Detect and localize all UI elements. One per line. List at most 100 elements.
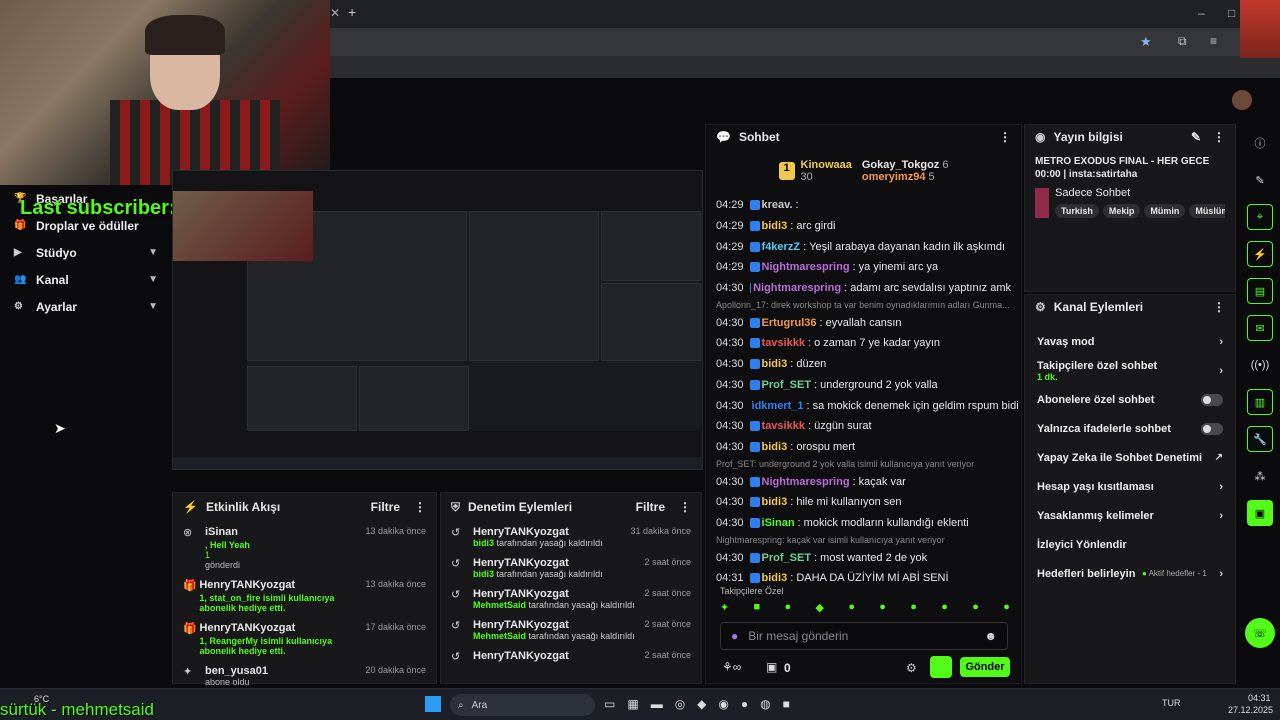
info-icon[interactable]: ⓘ bbox=[1247, 130, 1273, 156]
media-icon[interactable]: ≡ bbox=[1210, 34, 1217, 48]
layout-icon[interactable]: ▥ bbox=[1247, 389, 1273, 415]
list-item: ↺ HenryTANKyozgat MehmetSaid tarafından ya… bbox=[441, 583, 701, 614]
more-icon[interactable]: ⋮ bbox=[1213, 300, 1225, 314]
emoji-icon[interactable]: ☻ bbox=[984, 629, 997, 643]
more-icon[interactable]: ⋮ bbox=[679, 500, 691, 514]
channel-action-item[interactable]: İzleyici Yönlendir bbox=[1025, 530, 1235, 559]
address-bar[interactable]: ★ ⧉ ≡ bbox=[330, 28, 1280, 56]
message-user[interactable]: idkmert_1 bbox=[752, 400, 804, 412]
new-tab-button[interactable]: + bbox=[348, 4, 356, 20]
clock-date[interactable]: 27.12.2025 bbox=[1228, 705, 1273, 715]
channel-action-item[interactable]: Yalnızca ifadelerle sohbet bbox=[1025, 414, 1235, 443]
broadcast-icon[interactable]: ((•)) bbox=[1247, 352, 1273, 378]
badge-icon bbox=[749, 476, 760, 487]
chat-message: 04:31 bidi3: DAHA DA ÜZİYİM Mİ ABİ SENİ bbox=[716, 572, 949, 585]
chat-icon[interactable]: ✉ bbox=[1247, 315, 1273, 341]
moderator-tools-icon[interactable]: ⚘∞ bbox=[722, 660, 741, 674]
action-label: Yalnızca ifadelerle sohbet bbox=[1037, 422, 1171, 435]
message-user[interactable]: bidi3 bbox=[762, 572, 788, 584]
panel-title: Sohbet bbox=[738, 130, 780, 144]
clipboard-icon[interactable]: ▤ bbox=[1247, 278, 1273, 304]
channel-action-item[interactable]: Takipçilere özel sohbet 1 dk. › bbox=[1025, 356, 1235, 385]
message-user[interactable]: Ertugrul36 bbox=[762, 317, 817, 329]
windows-start-icon[interactable] bbox=[425, 696, 441, 712]
mod-time: 2 saat önce bbox=[644, 650, 691, 660]
gift-icon[interactable]: ▣ bbox=[766, 660, 777, 674]
avatar[interactable] bbox=[1232, 90, 1252, 110]
clock-time[interactable]: 04:31 bbox=[1248, 693, 1271, 703]
channel-action-item[interactable]: Yavaş mod › bbox=[1025, 327, 1235, 356]
bookmark-star-icon[interactable]: ★ bbox=[1140, 34, 1152, 50]
badge-icon bbox=[749, 359, 760, 370]
message-user[interactable]: kreav. bbox=[762, 199, 793, 211]
message-user[interactable]: Prof_SET bbox=[762, 379, 812, 391]
emote-row[interactable]: ✦ ■ ● ◆ ● ● ● ● ● ● bbox=[720, 601, 1010, 619]
filter-button[interactable]: Filtre bbox=[636, 500, 665, 514]
kick-bot-icon[interactable]: ▣ bbox=[1247, 500, 1273, 526]
message-user[interactable]: bidi3 bbox=[762, 358, 788, 370]
kick-bot-icon[interactable] bbox=[930, 656, 952, 678]
maximize-icon[interactable]: □ bbox=[1228, 6, 1235, 20]
stream-preview[interactable] bbox=[172, 170, 703, 470]
more-icon[interactable]: ⋮ bbox=[999, 130, 1011, 144]
gear-icon[interactable]: ⚙ bbox=[906, 661, 917, 675]
message-user[interactable]: tavsikkk bbox=[762, 420, 805, 432]
minimize-icon[interactable]: – bbox=[1198, 6, 1205, 20]
mod-action: tarafından yasağı kaldırıldı bbox=[528, 600, 635, 610]
sidebar-item-settings[interactable]: ⚙ Ayarlar ▼ bbox=[0, 293, 170, 320]
action-label: Takipçilere özel sohbet bbox=[1037, 359, 1158, 372]
sidebar-item-studio[interactable]: ▶ Stüdyo ▼ bbox=[0, 239, 170, 266]
more-icon[interactable]: ⋮ bbox=[1213, 130, 1225, 144]
edit-icon[interactable]: ✎ bbox=[1191, 130, 1201, 144]
badge-icon bbox=[749, 241, 760, 252]
message-text: üzgün surat bbox=[814, 420, 872, 433]
message-user[interactable]: bidi3 bbox=[762, 220, 788, 232]
more-icon[interactable]: ⋮ bbox=[414, 500, 426, 514]
channel-action-item[interactable]: Abonelere özel sohbet bbox=[1025, 385, 1235, 414]
badge-icon bbox=[749, 262, 760, 273]
feed-user: HenryTANKyozgat bbox=[199, 579, 296, 591]
external-link-icon: ↗ bbox=[1214, 452, 1223, 463]
channel-action-item[interactable]: Yapay Zeka ile Sohbet Denetimi ↗ bbox=[1025, 443, 1235, 472]
filter-button[interactable]: Filtre bbox=[371, 500, 400, 514]
message-user[interactable]: tavsikkk bbox=[762, 337, 805, 349]
channel-action-item[interactable]: Yasaklanmış kelimeler › bbox=[1025, 501, 1235, 530]
channel-action-item[interactable]: Hedefleri belirleyin ● Aktif hedefler - 1… bbox=[1025, 559, 1235, 588]
send-button[interactable]: Gönder bbox=[960, 657, 1010, 677]
taskbar-search[interactable]: ⌕ Ara bbox=[450, 694, 595, 716]
message-user[interactable]: f4kerzZ bbox=[762, 241, 801, 253]
tag: Mekip bbox=[1102, 204, 1141, 218]
message-user[interactable]: Nightmarespring bbox=[762, 261, 850, 273]
message-time: 04:30 bbox=[716, 420, 744, 433]
toggle-switch[interactable] bbox=[1201, 422, 1223, 435]
support-icon[interactable]: ☏ bbox=[1245, 618, 1275, 648]
badge-icon bbox=[749, 497, 760, 508]
profile-thumbnail bbox=[1240, 0, 1280, 58]
message-user[interactable]: Prof_SET bbox=[762, 552, 812, 564]
language-indicator[interactable]: TUR bbox=[1162, 698, 1181, 708]
mod-target: HenryTANKyozgat bbox=[473, 619, 569, 631]
sidebar-item-channel[interactable]: 👥 Kanal ▼ bbox=[0, 266, 170, 293]
message-user[interactable]: Nightmarespring bbox=[753, 282, 841, 294]
chat-message: 04:30 idkmert_1: sa mokick denemek için g… bbox=[716, 399, 1019, 412]
channel-action-item[interactable]: Hesap yaşı kısıtlaması › bbox=[1025, 472, 1235, 501]
list-item: ↺ HenryTANKyozgat 2 saat önce bbox=[441, 645, 701, 667]
tab-close-icon[interactable]: ✕ bbox=[330, 6, 340, 20]
message-time: 04:29 bbox=[716, 199, 744, 212]
tag: Müslüm bbox=[1189, 204, 1225, 218]
message-user[interactable]: iSinan bbox=[762, 517, 795, 529]
leader-name: omeryimz94 bbox=[861, 171, 926, 183]
message-time: 04:30 bbox=[716, 378, 744, 391]
target-icon[interactable]: ⌖ bbox=[1247, 204, 1273, 230]
message-user[interactable]: bidi3 bbox=[762, 441, 788, 453]
taskbar-apps[interactable]: ▭ ▦ ▬ ◎ ◆ ◉ ● ◍ ■ bbox=[604, 697, 790, 711]
lightning-icon[interactable]: ⚡ bbox=[1247, 241, 1273, 267]
message-user[interactable]: Nightmarespring bbox=[762, 476, 850, 488]
edit-icon[interactable]: ✎ bbox=[1247, 167, 1273, 193]
toggle-switch[interactable] bbox=[1201, 393, 1223, 406]
message-user[interactable]: bidi3 bbox=[762, 496, 788, 508]
extensions-icon[interactable]: ⧉ bbox=[1178, 34, 1187, 49]
chat-input[interactable]: ● Bir mesaj gönderin ☻ bbox=[720, 622, 1008, 650]
wrench-icon[interactable]: 🔧 bbox=[1247, 426, 1273, 452]
users-icon[interactable]: ⁂ bbox=[1247, 463, 1273, 489]
